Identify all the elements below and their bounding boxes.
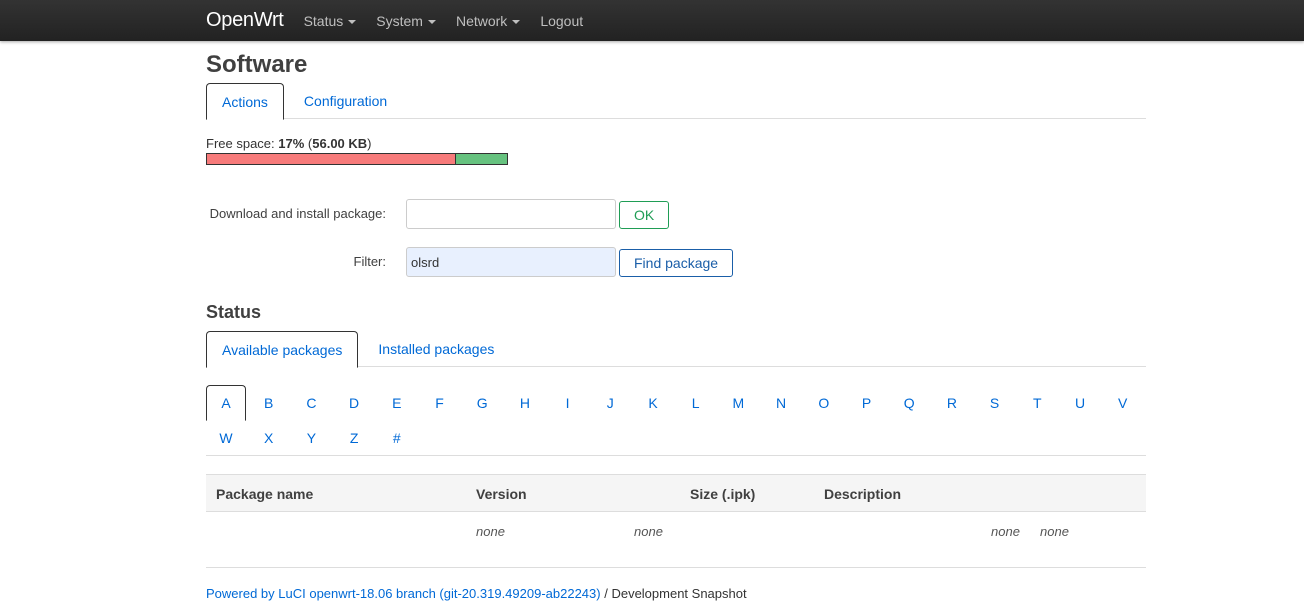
free-space-percent: 17%	[278, 136, 305, 151]
filter-row: Filter: Find package	[206, 247, 1146, 277]
nav-network-menu[interactable]: Network	[455, 12, 521, 29]
packages-table: Package name Version Size (.ipk) Descrip…	[206, 474, 1146, 568]
letter-tab[interactable]: E	[377, 385, 417, 421]
letter-tab[interactable]: K	[633, 385, 673, 421]
brand-link[interactable]: OpenWrt	[206, 9, 284, 32]
download-url-input[interactable]	[406, 199, 616, 229]
top-navbar: OpenWrt Status System Network Logout	[0, 0, 1304, 41]
letter-tab[interactable]: Q	[889, 385, 929, 421]
nav-system-menu[interactable]: System	[376, 13, 436, 29]
free-space-fill	[456, 154, 507, 164]
page-title: Software	[206, 51, 308, 78]
letter-tab[interactable]: G	[462, 385, 502, 421]
letter-tab[interactable]: A	[206, 385, 246, 421]
caret-down-icon	[512, 19, 521, 24]
header-package-name: Package name	[216, 486, 314, 502]
page-tabs: Actions Configuration	[206, 83, 1146, 120]
letter-tab[interactable]: F	[420, 385, 460, 421]
cell-description: none	[991, 524, 1020, 539]
table-row: none none none none	[206, 512, 1146, 568]
nav-status-label: Status	[303, 12, 344, 29]
tab-installed-packages[interactable]: Installed packages	[362, 331, 510, 367]
download-label: Download and install package:	[209, 206, 386, 221]
free-space-size: 56.00 KB	[312, 136, 368, 151]
letter-tab[interactable]: P	[847, 385, 887, 421]
letter-tab[interactable]: O	[804, 385, 844, 421]
download-row: Download and install package: OK	[206, 199, 1146, 229]
ok-button[interactable]: OK	[619, 201, 670, 229]
letter-tab[interactable]: U	[1060, 385, 1100, 421]
used-space-fill	[207, 154, 456, 164]
letter-tab[interactable]: I	[548, 385, 588, 421]
cell-version: none	[476, 524, 505, 539]
tab-actions[interactable]: Actions	[206, 83, 284, 120]
header-version: Version	[476, 486, 527, 502]
letter-tab[interactable]: V	[1103, 385, 1143, 421]
letter-tab[interactable]: H	[505, 385, 545, 421]
caret-down-icon	[427, 19, 436, 24]
find-package-button[interactable]: Find package	[619, 249, 734, 277]
cell-action: none	[1040, 524, 1069, 539]
filter-input[interactable]	[406, 247, 616, 277]
letter-tab[interactable]: R	[932, 385, 972, 421]
header-size: Size (.ipk)	[690, 486, 756, 502]
free-space-bar	[206, 153, 508, 165]
luci-version-link[interactable]: Powered by LuCI openwrt-18.06 branch (gi…	[206, 586, 601, 601]
table-header: Package name Version Size (.ipk) Descrip…	[206, 474, 1146, 512]
letter-tab[interactable]: X	[249, 420, 289, 456]
letter-tab[interactable]: M	[718, 385, 758, 421]
tab-available-packages[interactable]: Available packages	[206, 331, 359, 368]
caret-down-icon	[348, 19, 357, 24]
filter-label: Filter:	[353, 254, 387, 269]
tab-configuration[interactable]: Configuration	[288, 83, 403, 119]
status-tabs: Available packages Installed packages	[206, 331, 1146, 368]
header-description: Description	[824, 486, 902, 502]
letter-tab[interactable]: J	[590, 385, 630, 421]
letter-filter-tabs: A B C D E F G H I J K L M N O P Q R S T U V W X Y Z #	[206, 385, 1146, 456]
nav-logout-label: Logout	[540, 12, 584, 29]
nav-logout-link[interactable]: Logout	[540, 13, 583, 29]
letter-tab[interactable]: T	[1017, 385, 1057, 421]
page-footer: Powered by LuCI openwrt-18.06 branch (gi…	[206, 586, 747, 601]
letter-tab[interactable]: L	[676, 385, 716, 421]
free-space-close: )	[367, 136, 372, 151]
letter-tab[interactable]: S	[975, 385, 1015, 421]
free-space-prefix: Free space:	[206, 136, 279, 151]
status-heading: Status	[206, 302, 262, 322]
nav-network-label: Network	[455, 12, 508, 29]
free-space-label: Free space: 17% (56.00 KB)	[206, 136, 372, 151]
letter-tab[interactable]: Z	[334, 420, 374, 456]
nav-system-label: System	[376, 12, 423, 29]
letter-tab[interactable]: N	[761, 385, 801, 421]
letter-tab[interactable]: W	[206, 420, 246, 456]
footer-suffix: / Development Snapshot	[600, 586, 747, 601]
letter-tab[interactable]: Y	[291, 420, 331, 456]
cell-size: none	[634, 524, 663, 539]
letter-tab[interactable]: D	[334, 385, 374, 421]
letter-tab[interactable]: #	[377, 420, 417, 456]
nav-status-menu[interactable]: Status	[304, 13, 357, 29]
letter-tab[interactable]: B	[249, 385, 289, 421]
letter-tab[interactable]: C	[291, 385, 331, 421]
